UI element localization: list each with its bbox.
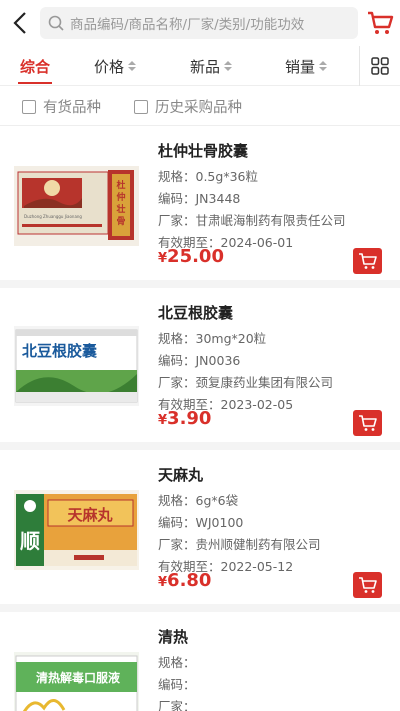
checkbox-icon xyxy=(22,99,36,114)
product-spec: 规格： xyxy=(158,655,196,670)
product-maker: 厂家：贵州顺健制药有限公司 xyxy=(158,537,321,552)
add-to-cart-button[interactable] xyxy=(353,410,382,436)
sort-tab-comprehensive[interactable]: 综合 xyxy=(20,46,50,86)
cart-button[interactable] xyxy=(366,9,394,37)
product-card[interactable]: 北豆根胶囊 北豆根胶囊 规格：30mg*20粒 编码：JN0036 厂家：颈复康… xyxy=(0,288,400,450)
sort-arrows-icon xyxy=(224,61,233,71)
product-card[interactable]: 杜 仲 壮 骨 Duzhong Zhuanggu Jiaonang 杜仲壮骨胶囊… xyxy=(0,126,400,288)
product-spec: 规格：6g*6袋 xyxy=(158,493,239,508)
currency-symbol: ¥ xyxy=(158,251,168,266)
purchase-history-checkbox[interactable]: 历史采购品种 xyxy=(134,96,242,117)
in-stock-checkbox[interactable]: 有货品种 xyxy=(22,96,101,117)
box-title: 北豆根胶囊 xyxy=(22,342,98,360)
sort-tab-label: 新品 xyxy=(190,57,221,76)
product-maker: 厂家：颈复康药业集团有限公司 xyxy=(158,375,334,390)
product-name: 北豆根胶囊 xyxy=(158,304,234,322)
currency-symbol: ¥ xyxy=(158,413,168,428)
grid-view-icon xyxy=(371,57,389,75)
product-price: ¥3.90 xyxy=(158,408,211,429)
sort-tab-label: 价格 xyxy=(94,57,125,76)
product-maker: 厂家： xyxy=(158,699,196,711)
product-code: 编码：JN0036 xyxy=(158,353,241,368)
product-name: 清热 xyxy=(158,628,189,646)
add-to-cart-button[interactable] xyxy=(353,572,382,598)
svg-text:壮: 壮 xyxy=(116,203,125,215)
svg-text:杜: 杜 xyxy=(116,179,125,191)
product-image: 顺 天麻丸 xyxy=(14,490,139,570)
box-title: 天麻丸 xyxy=(67,506,113,524)
product-code: 编码：WJ0100 xyxy=(158,515,244,530)
sort-tab-price[interactable]: 价格 xyxy=(94,46,137,86)
product-card[interactable]: 清热解毒口服液 清热 规格： 编码： 厂家： xyxy=(0,612,400,711)
product-image: 杜 仲 壮 骨 Duzhong Zhuanggu Jiaonang xyxy=(14,166,139,246)
checkbox-icon xyxy=(134,99,148,114)
sort-bar: 综合 价格 新品 销量 xyxy=(0,46,400,86)
price-value: 6.80 xyxy=(167,570,212,591)
add-to-cart-button[interactable] xyxy=(353,248,382,274)
product-image: 北豆根胶囊 xyxy=(14,326,139,406)
product-image: 清热解毒口服液 xyxy=(14,652,139,711)
svg-text:骨: 骨 xyxy=(116,216,125,227)
svg-text:仲: 仲 xyxy=(116,191,125,203)
cart-icon xyxy=(358,415,377,431)
filter-bar: 有货品种 历史采购品种 xyxy=(0,86,400,126)
price-value: 25.00 xyxy=(167,246,224,267)
product-name: 天麻丸 xyxy=(158,466,204,484)
product-price: ¥6.80 xyxy=(158,570,211,591)
search-icon xyxy=(48,15,64,31)
product-price: ¥25.00 xyxy=(158,246,224,267)
sort-arrows-icon xyxy=(319,61,328,71)
sort-arrows-icon xyxy=(128,61,137,71)
box-subtitle: Duzhong Zhuanggu Jiaonang xyxy=(24,214,82,219)
product-code: 编码： xyxy=(158,677,196,692)
sort-tab-sales[interactable]: 销量 xyxy=(285,46,328,86)
search-placeholder: 商品编码/商品名称/厂家/类别/功能功效 xyxy=(70,17,305,33)
product-code: 编码：JN3448 xyxy=(158,191,241,206)
box-title: 清热解毒口服液 xyxy=(36,670,120,685)
product-spec: 规格：0.5g*36粒 xyxy=(158,169,258,184)
checkbox-label: 有货品种 xyxy=(43,100,101,116)
back-arrow-icon xyxy=(13,12,26,34)
product-maker: 厂家：甘肃岷海制药有限责任公司 xyxy=(158,213,346,228)
cart-icon xyxy=(358,253,377,269)
active-tab-indicator xyxy=(18,82,52,84)
shopping-cart-icon xyxy=(368,11,394,34)
back-button[interactable] xyxy=(0,0,40,46)
currency-symbol: ¥ xyxy=(158,575,168,590)
cart-icon xyxy=(358,577,377,593)
price-value: 3.90 xyxy=(167,408,212,429)
layout-toggle-button[interactable] xyxy=(359,46,400,86)
box-side-text: 顺 xyxy=(20,529,40,553)
sort-tab-new[interactable]: 新品 xyxy=(190,46,233,86)
sort-tab-label: 销量 xyxy=(285,57,316,76)
sort-tab-label: 综合 xyxy=(20,57,51,76)
top-bar: 商品编码/商品名称/厂家/类别/功能功效 xyxy=(0,0,400,46)
checkbox-label: 历史采购品种 xyxy=(155,100,242,116)
search-input[interactable]: 商品编码/商品名称/厂家/类别/功能功效 xyxy=(40,7,358,39)
product-spec: 规格：30mg*20粒 xyxy=(158,331,267,346)
product-card[interactable]: 顺 天麻丸 天麻丸 规格：6g*6袋 编码：WJ0100 厂家：贵州顺健制药有限… xyxy=(0,450,400,612)
product-name: 杜仲壮骨胶囊 xyxy=(158,142,249,160)
